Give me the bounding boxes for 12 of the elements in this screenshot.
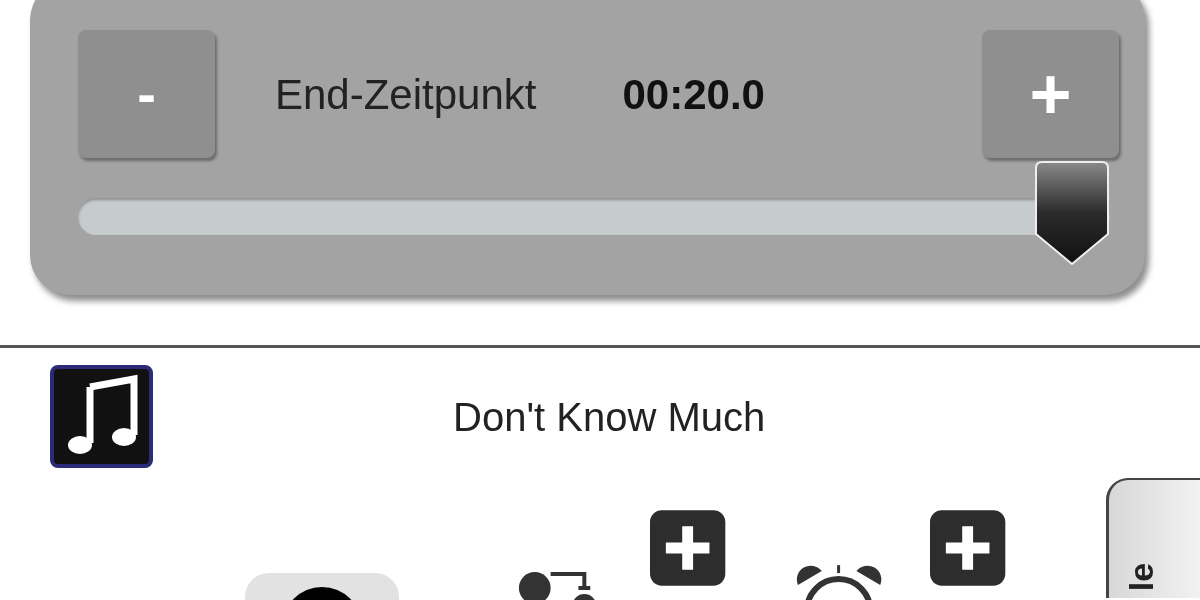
add-button[interactable] [647,508,728,588]
decrease-button[interactable]: - [78,30,215,158]
side-tab[interactable]: le [1105,478,1200,598]
music-note-icon [50,365,153,468]
time-value: 00:20.0 [622,69,765,120]
slider-thumb[interactable] [1034,160,1110,266]
add-button[interactable] [928,508,1008,588]
setting-label: End-Zeitpunkt [275,69,537,120]
slider[interactable] [78,160,1110,266]
song-title: Don't Know Much [453,393,766,441]
increase-button[interactable]: + [982,30,1119,158]
tab-label: le [1123,562,1158,592]
